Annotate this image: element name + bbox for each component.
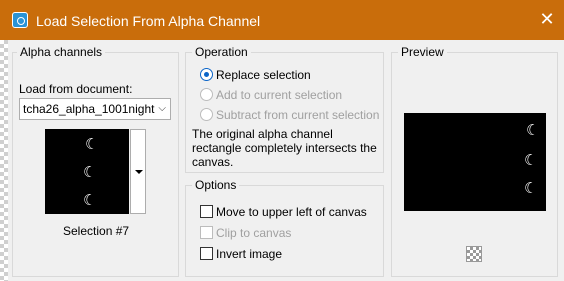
- move-to-upper-left-label[interactable]: Move to upper left of canvas: [216, 205, 367, 219]
- add-to-selection-label[interactable]: Add to current selection: [216, 88, 342, 102]
- moon-shape: ☾: [83, 163, 97, 181]
- canvas-background-checker: [0, 40, 8, 281]
- subtract-from-selection-label[interactable]: Subtract from current selection: [216, 108, 379, 122]
- preview-label: Preview: [398, 45, 447, 59]
- options-label: Options: [192, 178, 240, 192]
- document-select[interactable]: tcha26_alpha_1001night ⌵: [19, 98, 171, 120]
- selection-caption: Selection #7: [63, 224, 130, 238]
- alpha-channels-label: Alpha channels: [17, 45, 106, 59]
- operation-group: Operation Replace selection Add to curre…: [185, 45, 384, 173]
- moon-shape: ☾: [524, 151, 538, 169]
- replace-selection-label[interactable]: Replace selection: [216, 68, 311, 82]
- invert-image-checkbox[interactable]: [200, 247, 213, 260]
- load-from-document-label: Load from document:: [19, 82, 133, 96]
- camera-icon: [12, 12, 28, 28]
- document-select-value: tcha26_alpha_1001night: [23, 102, 155, 116]
- moon-shape: ☾: [83, 191, 97, 209]
- selection-dropdown-button[interactable]: [130, 129, 146, 214]
- checkerboard-icon[interactable]: [466, 246, 482, 262]
- window-title: Load Selection From Alpha Channel: [36, 13, 261, 29]
- options-group: Options Move to upper left of canvas Cli…: [185, 178, 384, 277]
- operation-description: The original alpha channel rectangle com…: [192, 127, 377, 169]
- dialog-body: Alpha channels Load from document: tcha2…: [8, 40, 564, 281]
- chevron-down-icon: ⌵: [158, 103, 166, 114]
- selection-thumbnail[interactable]: ☾ ☾ ☾: [45, 129, 129, 214]
- preview-image: ☾ ☾ ☾: [404, 113, 546, 211]
- moon-shape: ☾: [524, 179, 538, 197]
- replace-selection-radio[interactable]: [200, 68, 213, 81]
- operation-label: Operation: [192, 45, 251, 59]
- moon-shape: ☾: [526, 121, 540, 139]
- subtract-from-selection-radio[interactable]: [200, 108, 213, 121]
- move-to-upper-left-checkbox[interactable]: [200, 205, 213, 218]
- alpha-channels-group: Alpha channels Load from document: tcha2…: [12, 45, 179, 277]
- preview-group: Preview ☾ ☾ ☾: [391, 45, 558, 277]
- clip-to-canvas-checkbox[interactable]: [200, 226, 213, 239]
- moon-shape: ☾: [85, 135, 99, 153]
- add-to-selection-radio[interactable]: [200, 88, 213, 101]
- invert-image-label[interactable]: Invert image: [216, 247, 282, 261]
- title-bar: Load Selection From Alpha Channel ✕: [0, 0, 564, 40]
- clip-to-canvas-label[interactable]: Clip to canvas: [216, 226, 291, 240]
- close-button[interactable]: ✕: [530, 0, 564, 40]
